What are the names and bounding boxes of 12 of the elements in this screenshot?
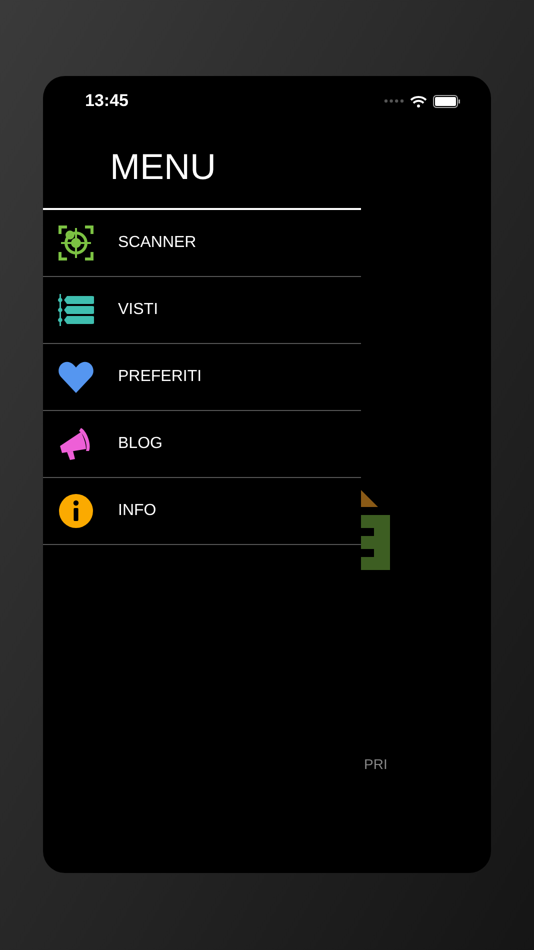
wifi-icon — [410, 94, 427, 108]
menu-item[interactable]: SCANNER — [43, 210, 361, 277]
menu-title: MENU — [110, 149, 216, 185]
menu-item[interactable]: PREFERITI — [43, 344, 361, 411]
menu-item[interactable]: BLOG — [43, 411, 361, 478]
menu-item[interactable]: INFO — [43, 478, 361, 545]
logo-fragment-icon — [361, 490, 391, 571]
menu-item[interactable]: VISTI — [43, 277, 361, 344]
battery-icon — [433, 94, 461, 108]
background-button-text: PRI — [364, 755, 388, 774]
signal-icon — [384, 99, 404, 103]
status-time: 13:45 — [85, 90, 128, 112]
